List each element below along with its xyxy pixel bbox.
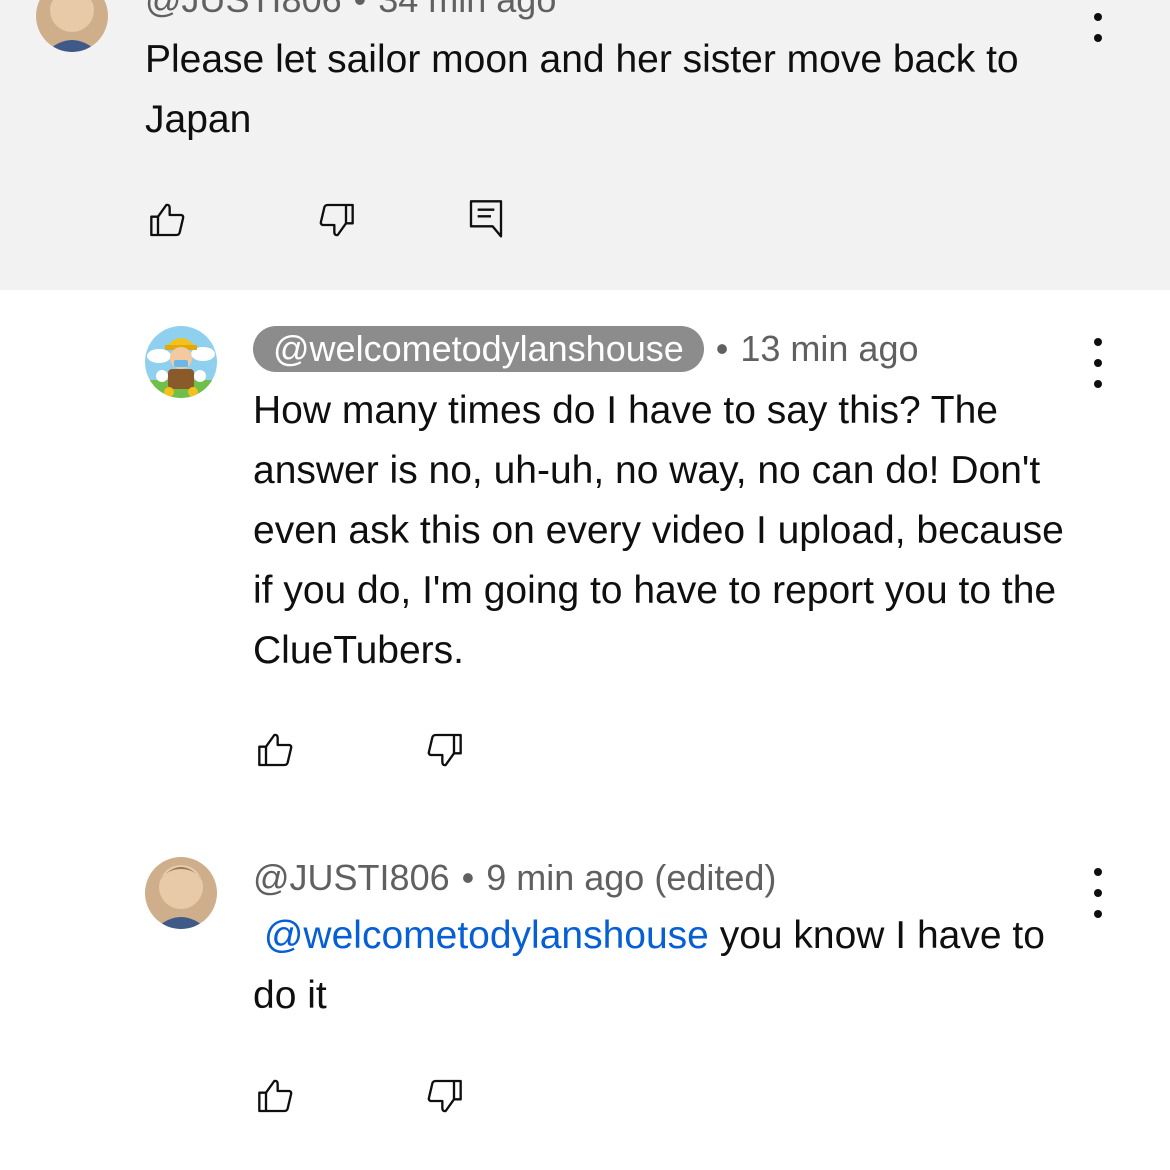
thumbs-down-icon[interactable] — [424, 1076, 464, 1116]
comment-meta: @JUSTI806 • 34 min ago — [145, 0, 556, 22]
comment-author[interactable]: @JUSTI806 — [145, 0, 342, 20]
comment-text: Please let sailor moon and her sister mo… — [145, 38, 1019, 141]
creator-handle-badge[interactable]: @welcometodylanshouse — [253, 326, 704, 372]
comment-text: How many times do I have to say this? Th… — [253, 389, 1064, 672]
thumbs-down-icon[interactable] — [316, 200, 356, 240]
avatar[interactable] — [145, 326, 217, 398]
comment-time: 34 min ago — [378, 0, 556, 20]
comment-time: 13 min ago — [740, 328, 919, 369]
comment-meta: @welcometodylanshouse • 13 min ago — [253, 326, 919, 372]
mention-link[interactable]: @welcometodylanshouse — [264, 914, 709, 957]
meta-separator: • — [354, 0, 367, 20]
more-vert-icon[interactable] — [1088, 0, 1108, 42]
comment-meta: @JUSTI806 • 9 min ago (edited) — [253, 856, 776, 900]
comment-text: @welcometodylanshouse you know I have to… — [253, 906, 1093, 1026]
meta-separator: • — [461, 857, 475, 898]
meta-separator: • — [715, 328, 729, 369]
reply-comment-icon[interactable] — [466, 196, 506, 240]
comment-author[interactable]: @JUSTI806 — [253, 857, 450, 898]
avatar[interactable] — [145, 857, 217, 929]
thumbs-up-icon[interactable] — [256, 1076, 296, 1116]
thumbs-up-icon[interactable] — [256, 730, 296, 770]
thumbs-down-icon[interactable] — [424, 730, 464, 770]
thumbs-up-icon[interactable] — [148, 200, 188, 240]
comment-time: 9 min ago (edited) — [486, 857, 777, 898]
